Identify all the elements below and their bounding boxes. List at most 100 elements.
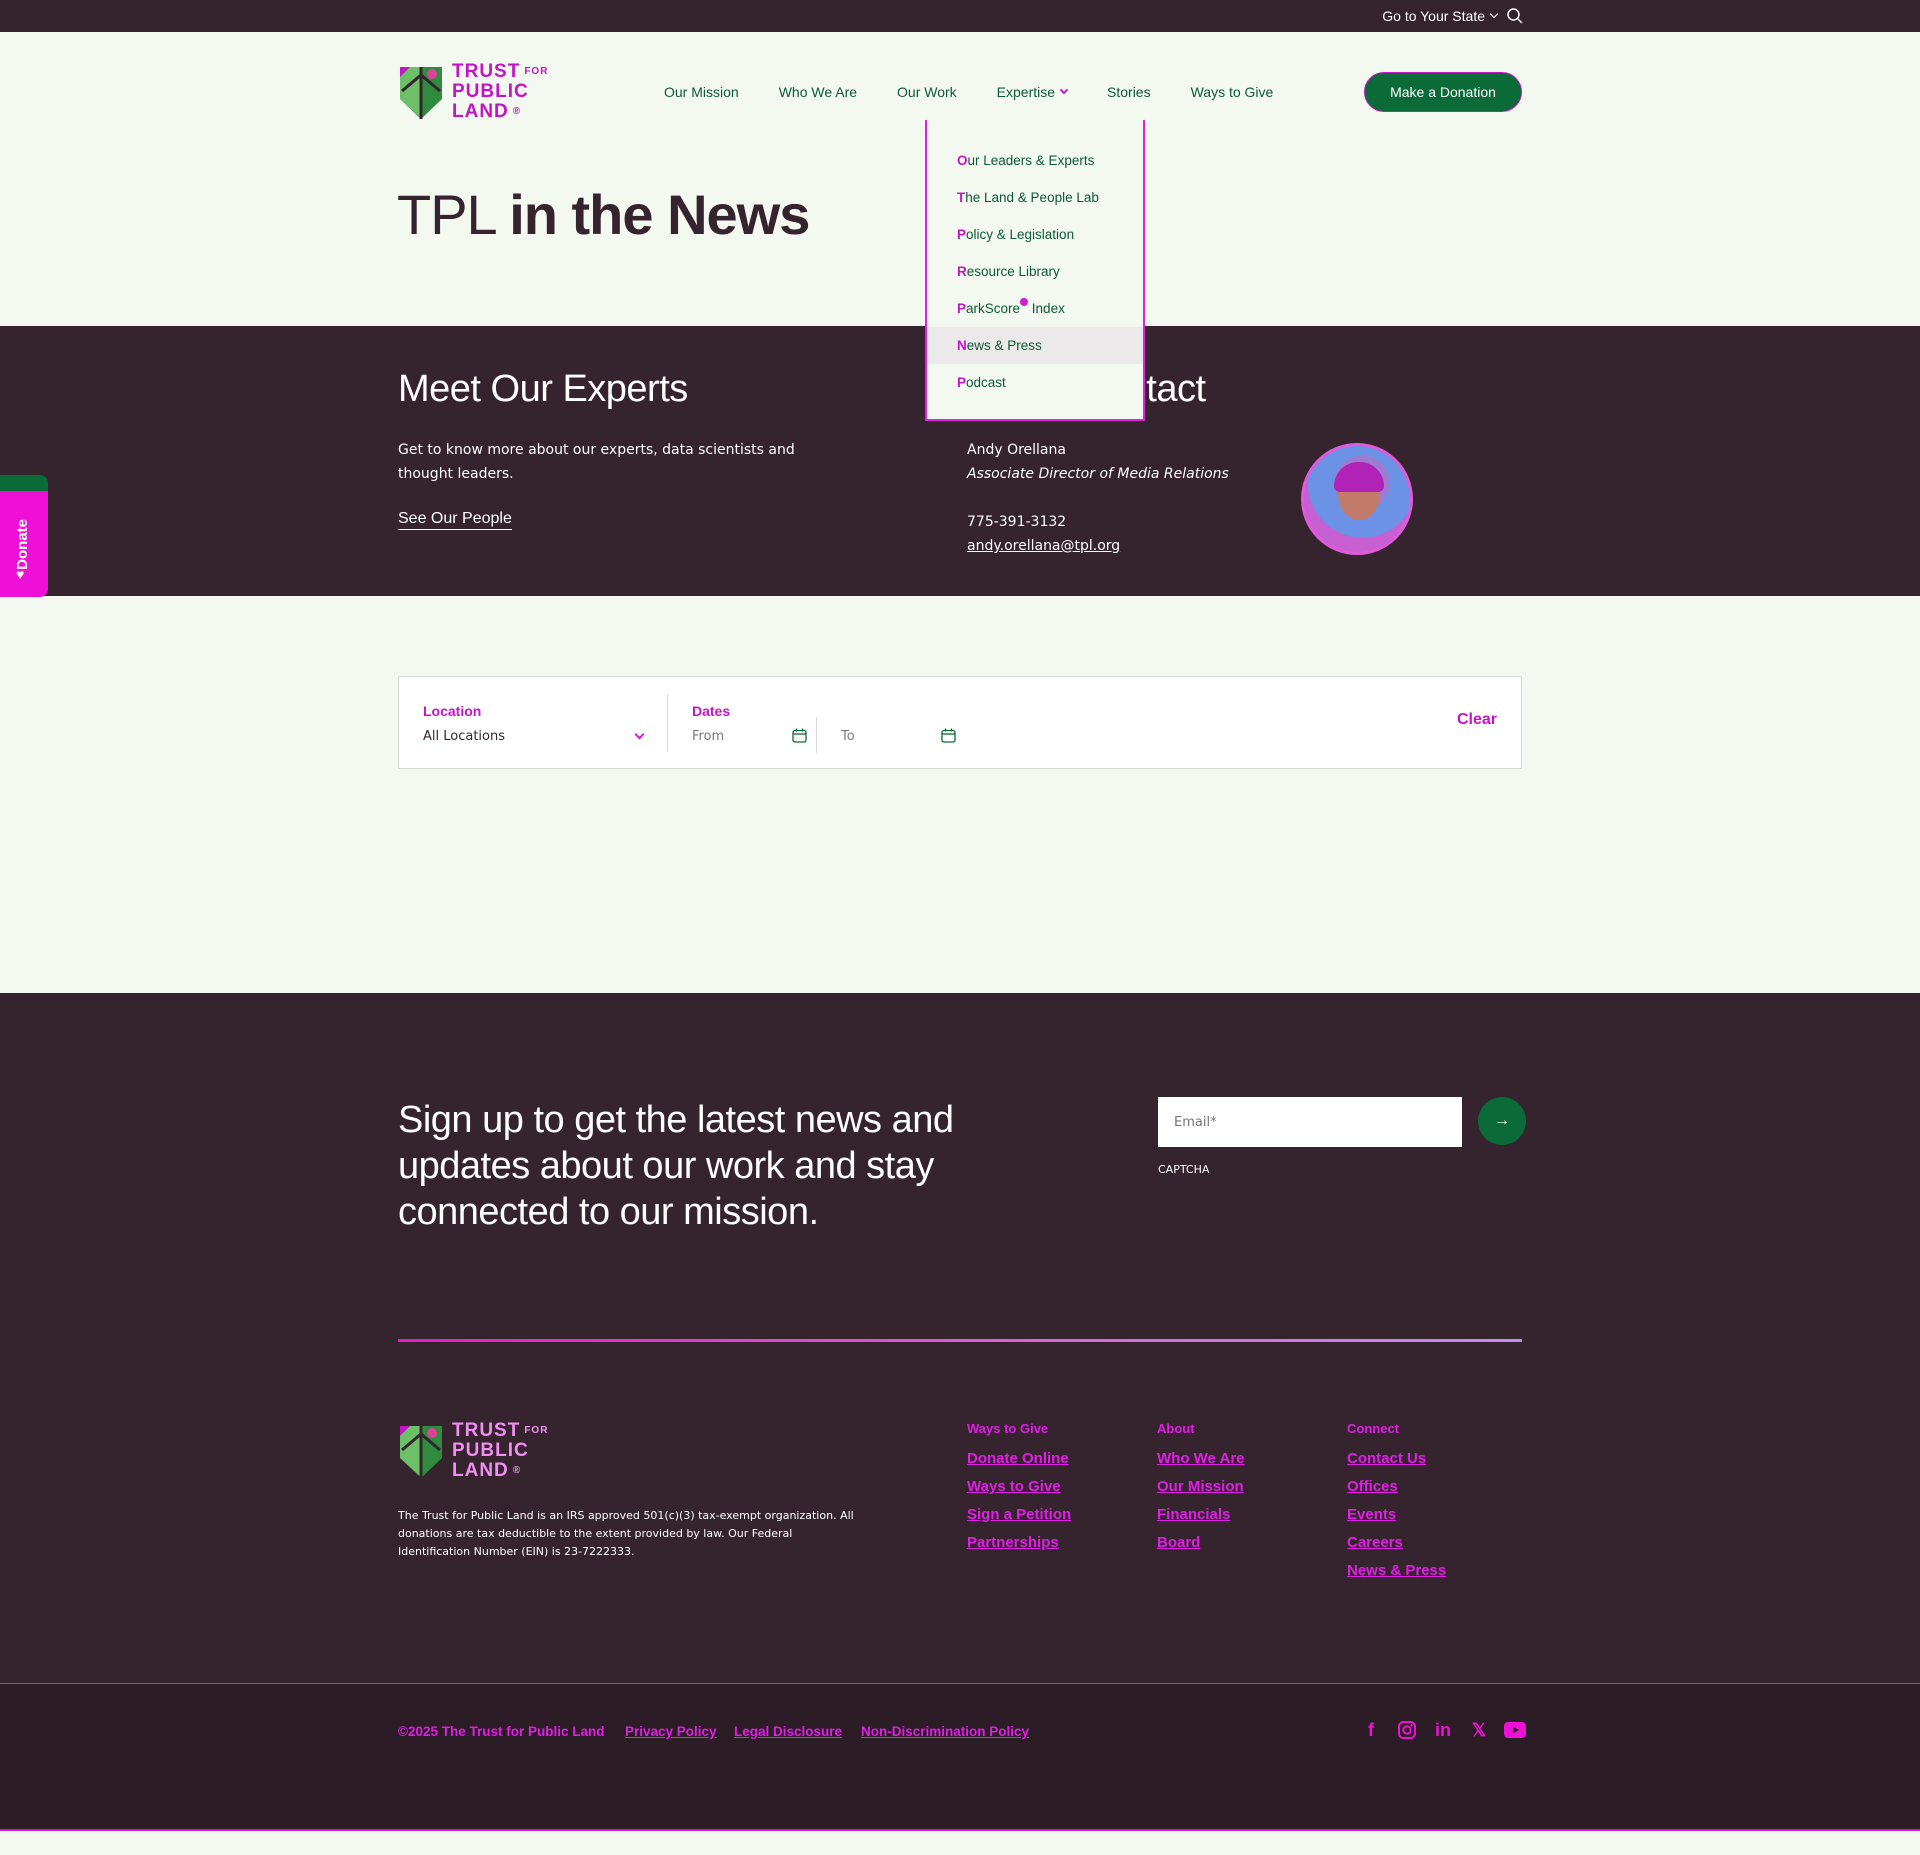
footer-column-heading: Connect [1347, 1421, 1399, 1436]
dropdown-initial: P [957, 375, 967, 390]
footer-link[interactable]: News & Press [1347, 1562, 1446, 1579]
clear-filters-button[interactable]: Clear [1457, 711, 1497, 729]
facebook-icon[interactable]: f [1360, 1719, 1382, 1741]
footer-link[interactable]: Financials [1157, 1506, 1245, 1523]
instagram-icon[interactable] [1396, 1719, 1418, 1741]
contact-email-link[interactable]: andy.orellana@tpl.org [967, 538, 1120, 554]
dropdown-item-policy[interactable]: Policy & Legislation [927, 216, 1143, 253]
expertise-dropdown: Our Leaders & Experts The Land & People … [925, 120, 1145, 421]
search-icon[interactable] [1506, 7, 1524, 25]
logo-line1: TRUST [452, 61, 521, 82]
dropdown-item-podcast[interactable]: Podcast [927, 364, 1143, 401]
page-title: TPL in the News [397, 182, 810, 247]
email-field[interactable] [1158, 1097, 1462, 1147]
youtube-icon[interactable] [1504, 1719, 1526, 1741]
side-donate-label: Donate [14, 519, 31, 570]
footer-link[interactable]: Who We Are [1157, 1450, 1245, 1467]
nav-ways-to-give[interactable]: Ways to Give [1191, 84, 1274, 100]
utility-bar: Go to Your State [0, 0, 1920, 32]
page-title-bold: in the News [509, 183, 810, 246]
dropdown-item-library[interactable]: Resource Library [927, 253, 1143, 290]
nav-our-work[interactable]: Our Work [897, 84, 957, 100]
dates-label: Dates [692, 703, 731, 719]
dropdown-label: odcast [966, 375, 1006, 390]
footer-link[interactable]: Our Mission [1157, 1478, 1245, 1495]
dropdown-initial: P [957, 227, 967, 242]
logo-reg: ® [512, 106, 522, 117]
dropdown-item-parkscore[interactable]: ParkScore Index [927, 290, 1143, 327]
footer-link[interactable]: Careers [1347, 1534, 1446, 1551]
copyright: ©2025 The Trust for Public Land [398, 1724, 605, 1739]
dropdown-item-lab[interactable]: The Land & People Lab [927, 179, 1143, 216]
captcha-label: CAPTCHA [1158, 1163, 1210, 1176]
arrow-right-icon[interactable]: → [1478, 1097, 1526, 1145]
logo-mark-icon [400, 1426, 442, 1478]
footer-column-ways-to-give: Ways to Give Donate Online Ways to Give … [967, 1421, 1071, 1562]
nav-expertise[interactable]: Expertise [997, 84, 1069, 100]
avatar [1301, 443, 1413, 555]
calendar-icon [792, 728, 807, 743]
dropdown-initial: R [957, 264, 967, 279]
footer-link[interactable]: Donate Online [967, 1450, 1071, 1467]
dropdown-label: he Land & People Lab [965, 190, 1099, 205]
avatar-helmet [1334, 462, 1384, 492]
non-discrimination-link[interactable]: Non-Discrimination Policy [861, 1724, 1029, 1739]
news-filters: Location All Locations Dates From To Cle… [398, 676, 1522, 769]
legal-disclosure-link[interactable]: Legal Disclosure [734, 1724, 842, 1739]
social-links: f in 𝕏 [1360, 1719, 1526, 1741]
side-donate-tab[interactable]: Donate ♥ [0, 475, 48, 597]
newsletter-text: Sign up to get the latest news and updat… [398, 1099, 954, 1233]
dropdown-initial: N [957, 338, 967, 353]
date-to-input[interactable]: To [841, 728, 956, 744]
dropdown-item-news[interactable]: News & Press [927, 327, 1143, 364]
location-select-value: All Locations [423, 729, 506, 744]
date-to-placeholder: To [841, 729, 855, 744]
x-icon[interactable]: 𝕏 [1468, 1719, 1490, 1741]
footer-column-heading: Ways to Give [967, 1421, 1049, 1436]
dropdown-label: esource Library [966, 264, 1060, 279]
date-from-input[interactable]: From [692, 728, 807, 744]
footer-link[interactable]: Partnerships [967, 1534, 1071, 1551]
logo-for: FOR [524, 1425, 549, 1436]
logo-line1: TRUST [452, 1420, 521, 1441]
contact-phone[interactable]: 775-391-3132 [967, 510, 1229, 534]
calendar-icon [941, 728, 956, 743]
legal-bar: ©2025 The Trust for Public Land Privacy … [0, 1683, 1920, 1831]
filter-divider [667, 694, 668, 752]
location-select[interactable]: All Locations [423, 729, 645, 744]
footer-logo[interactable]: TRUST FOR PUBLIC LAND ® [398, 1421, 548, 1481]
footer-link[interactable]: Contact Us [1347, 1450, 1446, 1467]
nav-who-we-are[interactable]: Who We Are [779, 84, 857, 100]
logo-line3: LAND [452, 1460, 509, 1481]
footer-column-heading: About [1157, 1421, 1195, 1436]
site-footer: Sign up to get the latest news and updat… [0, 993, 1920, 1683]
footer-link[interactable]: Ways to Give [967, 1478, 1071, 1495]
chevron-down-icon [1489, 9, 1499, 19]
logo-wordmark: TRUST FOR PUBLIC LAND ® [452, 1421, 548, 1481]
state-selector-label: Go to Your State [1382, 8, 1485, 24]
footer-column-about: About Who We Are Our Mission Financials … [1157, 1421, 1245, 1562]
dropdown-label: ews & Press [966, 338, 1042, 353]
privacy-policy-link[interactable]: Privacy Policy [625, 1724, 717, 1739]
nav-stories[interactable]: Stories [1107, 84, 1151, 100]
filter-divider [816, 717, 817, 753]
logo-line2: PUBLIC [452, 1440, 529, 1461]
date-from-placeholder: From [692, 729, 725, 744]
logo-for: FOR [524, 66, 549, 77]
state-selector[interactable]: Go to Your State [1382, 8, 1499, 24]
media-contact-card: Andy Orellana Associate Director of Medi… [967, 438, 1229, 558]
nav-our-mission[interactable]: Our Mission [664, 84, 739, 100]
dropdown-item-leaders[interactable]: Our Leaders & Experts [927, 142, 1143, 179]
contact-role: Associate Director of Media Relations [967, 466, 1229, 482]
logo-line2: PUBLIC [452, 81, 529, 102]
linkedin-icon[interactable]: in [1432, 1719, 1454, 1741]
footer-divider [398, 1339, 1522, 1342]
footer-link[interactable]: Board [1157, 1534, 1245, 1551]
footer-link[interactable]: Offices [1347, 1478, 1446, 1495]
see-our-people-link[interactable]: See Our People [398, 510, 512, 530]
make-donation-button[interactable]: Make a Donation [1364, 72, 1522, 112]
dropdown-label: ur Leaders & Experts [967, 153, 1095, 168]
footer-link[interactable]: Events [1347, 1506, 1446, 1523]
site-logo[interactable]: TRUST FOR PUBLIC LAND ® [398, 62, 548, 122]
footer-link[interactable]: Sign a Petition [967, 1506, 1071, 1523]
